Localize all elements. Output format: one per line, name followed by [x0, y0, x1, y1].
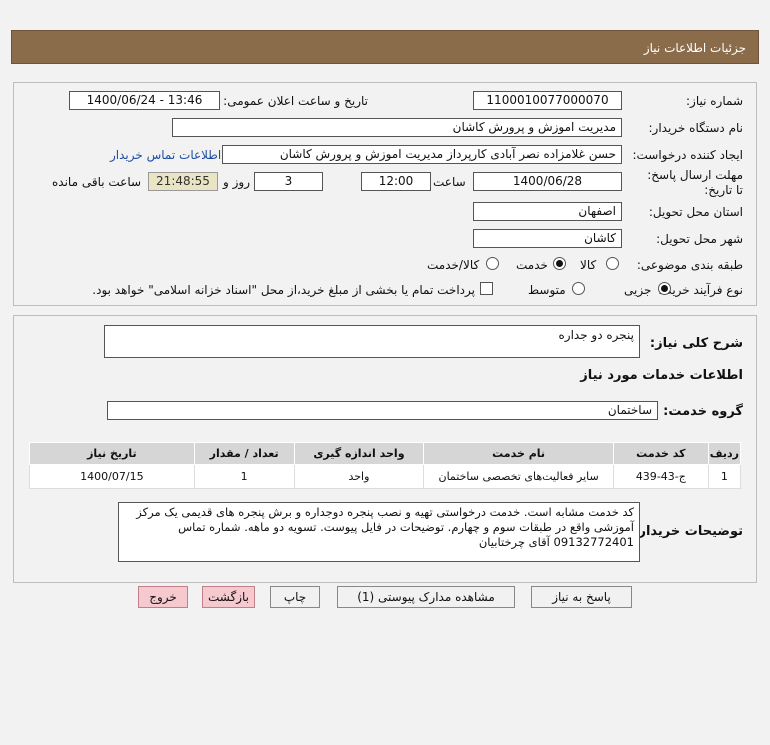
table-header-row: ردیف کد خدمت نام خدمت واحد اندازه گیری ت… — [29, 442, 742, 465]
reply-button[interactable]: پاسخ به نیاز — [531, 586, 632, 608]
buyer-notes-label: توضیحات خریدار: — [633, 524, 743, 539]
treasury-checkbox-label: پرداخت تمام یا بخشی از مبلغ خرید،از محل … — [92, 283, 475, 297]
cell-unit: واحد — [293, 464, 425, 489]
cell-service-name: سایر فعالیت‌های تخصصی ساختمان — [423, 464, 614, 489]
cell-service-code: ج-43-439 — [612, 464, 709, 489]
deadline-time-label: ساعت — [433, 175, 466, 189]
remaining-time-label: ساعت باقی مانده — [52, 175, 142, 189]
cell-quantity: 1 — [193, 464, 295, 489]
cell-need-date: 1400/07/15 — [29, 464, 195, 489]
category-option-goods: کالا — [580, 258, 597, 272]
purchase-radio-minor[interactable] — [658, 282, 671, 295]
col-service-code: کد خدمت — [612, 442, 709, 465]
service-group-label: گروه خدمت: — [663, 404, 743, 419]
deadline-days-label: روز و — [223, 175, 250, 189]
buyer-contact-link[interactable]: اطلاعات تماس خریدار — [110, 148, 221, 162]
treasury-checkbox[interactable] — [480, 282, 493, 295]
col-unit: واحد اندازه گیری — [293, 442, 425, 465]
services-table: ردیف کد خدمت نام خدمت واحد اندازه گیری ت… — [29, 442, 742, 489]
attachments-button[interactable]: مشاهده مدارک پیوستی (1) — [337, 586, 515, 608]
col-quantity: تعداد / مقدار — [193, 442, 295, 465]
page-title: جزئیات اطلاعات نیاز — [643, 41, 746, 55]
purchase-radio-medium[interactable] — [572, 282, 585, 295]
service-group-field: ساختمان — [107, 401, 658, 420]
category-option-goods-service: کالا/خدمت — [427, 258, 480, 272]
requester-field: حسن غلامزاده نصر آبادی کارپرداز مدیریت ا… — [222, 145, 622, 164]
need-number-label: شماره نیاز: — [686, 94, 743, 108]
category-option-service: خدمت — [516, 258, 548, 272]
city-label: شهر محل تحویل: — [656, 232, 743, 246]
province-label: استان محل تحویل: — [648, 205, 743, 219]
need-number-field: 1100010077000070 — [473, 91, 622, 110]
general-desc-field: پنجره دو جداره — [104, 325, 640, 358]
purchase-type-label: نوع فرآیند خرید : — [658, 283, 743, 297]
announce-label: تاریخ و ساعت اعلان عمومی: — [223, 94, 368, 108]
table-row: 1 ج-43-439 سایر فعالیت‌های تخصصی ساختمان… — [29, 464, 742, 489]
deadline-time-field: 12:00 — [361, 172, 431, 191]
province-field: اصفهان — [473, 202, 622, 221]
deadline-days-field: 3 — [254, 172, 323, 191]
col-need-date: تاریخ نیاز — [29, 442, 195, 465]
requester-label: ایجاد کننده درخواست: — [632, 148, 743, 162]
print-button[interactable]: چاپ — [270, 586, 320, 608]
remaining-time-field: 21:48:55 — [148, 172, 218, 191]
city-field: کاشان — [473, 229, 622, 248]
category-label: طبقه بندی موضوعی: — [636, 258, 743, 272]
cell-row-number: 1 — [707, 464, 742, 489]
deadline-label: مهلت ارسال پاسخ: تا تاریخ: — [647, 168, 743, 197]
services-info-title: اطلاعات خدمات مورد نیاز — [580, 368, 743, 383]
page-header: جزئیات اطلاعات نیاز — [11, 30, 759, 64]
general-desc-label: شرح کلی نیاز: — [649, 336, 743, 351]
buyer-field: مدیریت اموزش و پرورش کاشان — [172, 118, 622, 137]
buyer-notes-field: کد خدمت مشابه است. خدمت درخواستی تهیه و … — [118, 502, 640, 562]
exit-button[interactable]: خروج — [138, 586, 188, 608]
deadline-date-field: 1400/06/28 — [473, 172, 622, 191]
announce-field: 1400/06/24 - 13:46 — [69, 91, 220, 110]
purchase-option-minor: جزیی — [624, 283, 652, 297]
category-radio-goods-service[interactable] — [486, 257, 499, 270]
col-service-name: نام خدمت — [423, 442, 614, 465]
col-row-number: ردیف — [707, 442, 742, 465]
purchase-option-medium: متوسط — [528, 283, 566, 297]
back-button[interactable]: بازگشت — [202, 586, 255, 608]
category-radio-service[interactable] — [553, 257, 566, 270]
category-radio-goods[interactable] — [606, 257, 619, 270]
buyer-label: نام دستگاه خریدار: — [648, 121, 744, 135]
